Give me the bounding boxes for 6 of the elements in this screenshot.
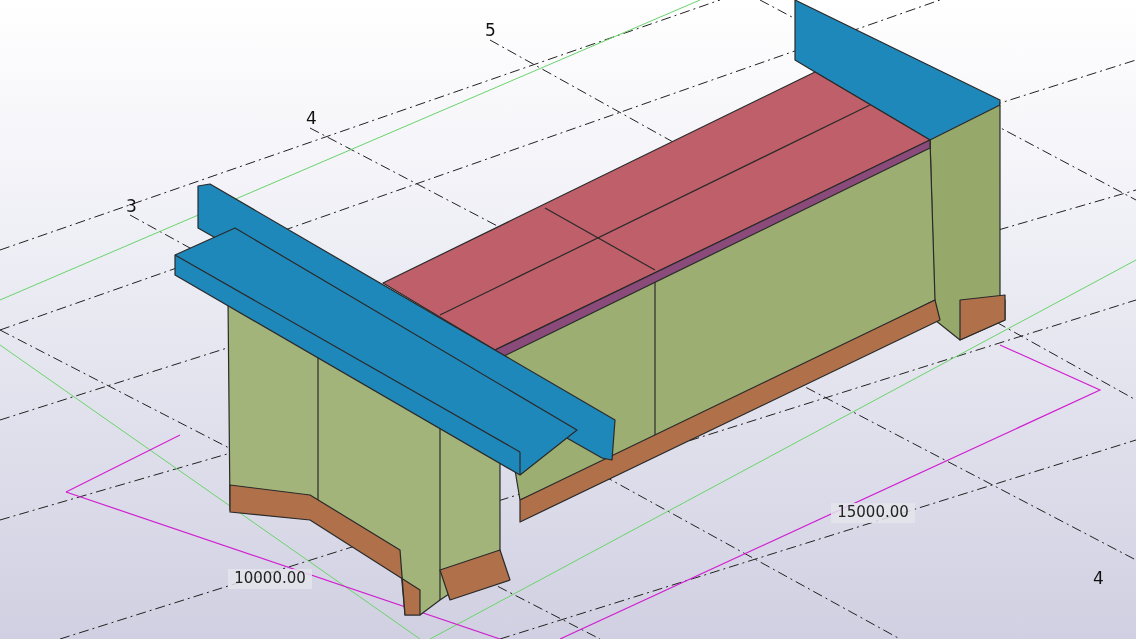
grid-label: 4 bbox=[1093, 568, 1104, 588]
grid-label: 3 bbox=[126, 196, 137, 216]
dimension-label: 10000.00 bbox=[234, 569, 306, 587]
grid-label: 4 bbox=[306, 108, 317, 128]
dimension-label: 15000.00 bbox=[837, 503, 909, 521]
grid-label: 5 bbox=[485, 20, 496, 40]
